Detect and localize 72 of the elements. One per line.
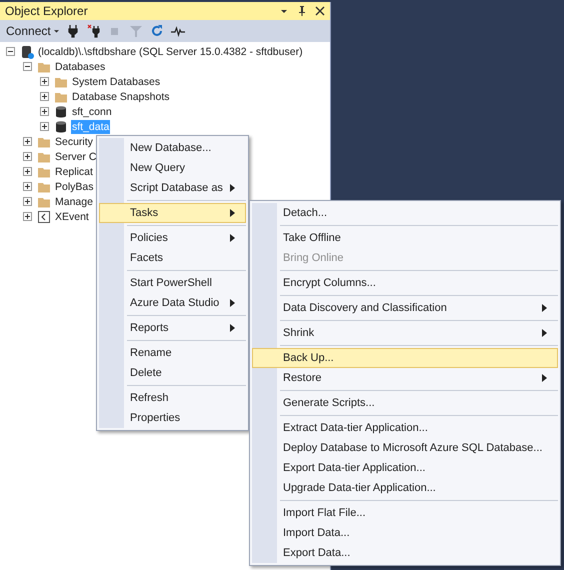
event-icon (37, 210, 51, 224)
menu-item[interactable]: Import Data... (252, 523, 558, 543)
tree-item[interactable]: XEvent (54, 210, 90, 224)
menu-item[interactable]: Back Up... (252, 348, 558, 368)
menu-item[interactable]: Start PowerShell (99, 273, 246, 293)
menu-item[interactable]: Properties (99, 408, 246, 428)
tree-item[interactable]: Server C (54, 150, 98, 164)
connect-button[interactable]: Connect (6, 24, 59, 38)
menu-item[interactable]: Script Database as (99, 178, 246, 198)
collapse-icon[interactable] (23, 62, 32, 71)
close-icon[interactable] (314, 5, 326, 17)
submenu-arrow-icon (542, 304, 547, 312)
submenu-arrow-icon (542, 329, 547, 337)
menu-item[interactable]: Deploy Database to Microsoft Azure SQL Database... (252, 438, 558, 458)
server-icon (20, 44, 34, 58)
menu-item[interactable]: Azure Data Studio (99, 293, 246, 313)
refresh-icon[interactable] (150, 24, 164, 38)
submenu-arrow-icon (230, 324, 235, 332)
panel-title: Object Explorer (5, 4, 89, 18)
menu-item[interactable]: Shrink (252, 323, 558, 343)
menu-item[interactable]: Delete (99, 363, 246, 383)
tree-item[interactable]: Databases (54, 60, 106, 74)
menu-item[interactable]: Refresh (99, 388, 246, 408)
plug-icon[interactable] (66, 24, 80, 38)
expand-icon[interactable] (40, 77, 49, 86)
submenu-arrow-icon (230, 209, 235, 217)
menu-item[interactable]: Encrypt Columns... (252, 273, 558, 293)
menu-item[interactable]: Data Discovery and Classification (252, 298, 558, 318)
tree-item[interactable]: Database Snapshots (71, 90, 170, 104)
tree-item[interactable]: (localdb)\.\sftdbshare (SQL Server 15.0.4382 - sftdbuser) (37, 44, 304, 58)
database-icon (54, 104, 68, 118)
menu-item[interactable]: Rename (99, 343, 246, 363)
submenu-arrow-icon (230, 184, 235, 192)
expand-icon[interactable] (23, 212, 32, 221)
menu-item[interactable]: Export Data-tier Application... (252, 458, 558, 478)
menu-item[interactable]: New Query (99, 158, 246, 178)
menu-item[interactable]: Restore (252, 368, 558, 388)
pin-icon[interactable] (296, 5, 308, 17)
expand-icon[interactable] (23, 137, 32, 146)
menu-item[interactable]: Facets (99, 248, 246, 268)
tree-item[interactable]: sft_conn (71, 104, 113, 118)
expand-icon[interactable] (23, 167, 32, 176)
menu-item[interactable]: Detach... (252, 203, 558, 223)
submenu-arrow-icon (542, 374, 547, 382)
expand-icon[interactable] (23, 152, 32, 161)
menu-item[interactable]: Tasks (99, 203, 246, 223)
expand-icon[interactable] (23, 197, 32, 206)
menu-item[interactable]: New Database... (99, 138, 246, 158)
expand-icon[interactable] (40, 92, 49, 101)
expand-icon[interactable] (40, 122, 49, 131)
tree-item[interactable]: PolyBas (54, 180, 95, 194)
menu-item[interactable]: Generate Scripts... (252, 393, 558, 413)
menu-item[interactable]: Take Offline (252, 228, 558, 248)
caret-icon (54, 27, 59, 35)
menu-item[interactable]: Export Data... (252, 543, 558, 563)
submenu-arrow-icon (230, 234, 235, 242)
submenu-arrow-icon (230, 299, 235, 307)
database-icon (54, 120, 68, 134)
expand-icon[interactable] (40, 107, 49, 116)
tree-item[interactable]: Replicat (54, 164, 94, 178)
menu-item[interactable]: Extract Data-tier Application... (252, 418, 558, 438)
menu-item[interactable]: Policies (99, 228, 246, 248)
collapse-icon[interactable] (6, 47, 15, 56)
tree-item[interactable]: Manage (54, 194, 94, 208)
activity-icon[interactable] (170, 24, 185, 38)
tree-item[interactable]: Security (54, 134, 94, 148)
menu-item[interactable]: Upgrade Data-tier Application... (252, 478, 558, 498)
tree-item[interactable]: System Databases (71, 74, 162, 88)
menu-item[interactable]: Import Flat File... (252, 503, 558, 523)
disconnect-icon[interactable] (86, 24, 101, 38)
menu-item[interactable]: Reports (99, 318, 246, 338)
expand-icon[interactable] (23, 182, 32, 191)
